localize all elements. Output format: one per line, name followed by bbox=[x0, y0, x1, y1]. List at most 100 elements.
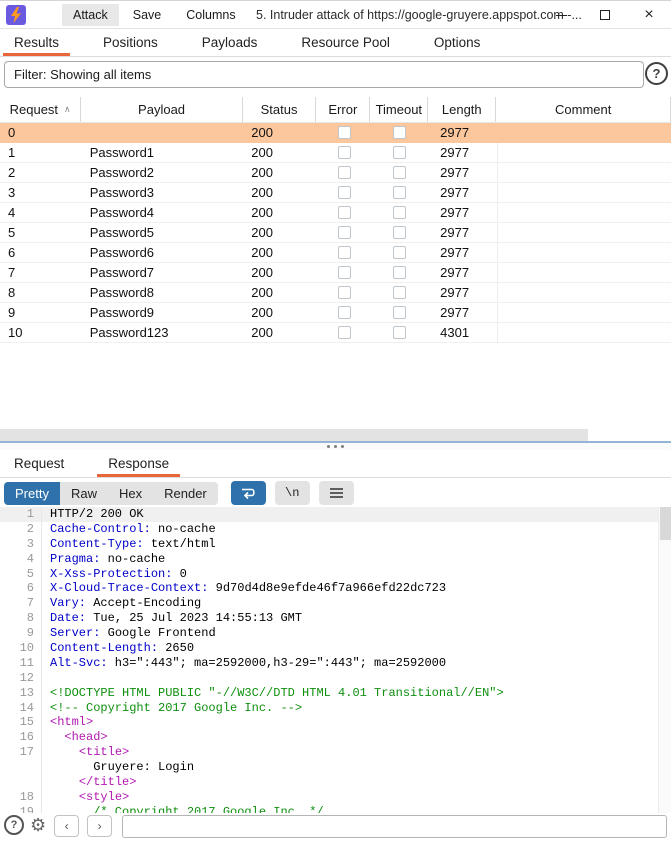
cell-timeout bbox=[371, 143, 428, 162]
error-checkbox[interactable] bbox=[338, 226, 351, 239]
view-mode-raw[interactable]: Raw bbox=[60, 482, 108, 505]
close-button[interactable]: × bbox=[627, 1, 671, 29]
table-row[interactable]: 8Password82002977 bbox=[0, 283, 671, 303]
error-checkbox[interactable] bbox=[338, 146, 351, 159]
view-mode-render[interactable]: Render bbox=[153, 482, 218, 505]
table-row[interactable]: 2Password22002977 bbox=[0, 163, 671, 183]
cell-status: 200 bbox=[243, 263, 317, 282]
response-editor[interactable]: 1HTTP/2 200 OK2Cache-Control: no-cache3C… bbox=[0, 507, 658, 821]
view-mode-pretty[interactable]: Pretty bbox=[4, 482, 60, 505]
show-newlines-button[interactable]: \n bbox=[275, 481, 310, 505]
error-checkbox[interactable] bbox=[338, 166, 351, 179]
wrap-toggle-button[interactable] bbox=[231, 481, 266, 505]
timeout-checkbox[interactable] bbox=[393, 186, 406, 199]
table-row[interactable]: 6Password62002977 bbox=[0, 243, 671, 263]
column-header-timeout[interactable]: Timeout bbox=[370, 97, 428, 122]
splitter-handle[interactable] bbox=[0, 443, 671, 450]
maximize-button[interactable] bbox=[583, 1, 627, 29]
editor-menu-button[interactable] bbox=[319, 481, 354, 505]
table-row[interactable]: 4Password42002977 bbox=[0, 203, 671, 223]
cell-timeout bbox=[371, 283, 428, 302]
cell-payload: Password6 bbox=[82, 243, 244, 262]
table-row[interactable]: 1Password12002977 bbox=[0, 143, 671, 163]
error-checkbox[interactable] bbox=[338, 286, 351, 299]
search-prev-button[interactable]: ‹ bbox=[54, 815, 79, 837]
tab-payloads[interactable]: Payloads bbox=[191, 29, 269, 56]
timeout-checkbox[interactable] bbox=[393, 226, 406, 239]
cell-request: 5 bbox=[0, 223, 82, 242]
error-checkbox[interactable] bbox=[338, 306, 351, 319]
code-text: Gruyere: Login bbox=[42, 760, 194, 775]
tab-results[interactable]: Results bbox=[3, 29, 70, 56]
error-checkbox[interactable] bbox=[338, 266, 351, 279]
table-row[interactable]: 10Password1232004301 bbox=[0, 323, 671, 343]
column-header-payload[interactable]: Payload bbox=[81, 97, 243, 122]
error-checkbox[interactable] bbox=[338, 246, 351, 259]
scrollbar-thumb[interactable] bbox=[660, 507, 671, 540]
table-row[interactable]: 3Password32002977 bbox=[0, 183, 671, 203]
error-checkbox[interactable] bbox=[338, 206, 351, 219]
cell-request: 1 bbox=[0, 143, 82, 162]
code-line: 3Content-Type: text/html bbox=[0, 537, 658, 552]
cell-length: 2977 bbox=[428, 123, 497, 142]
timeout-checkbox[interactable] bbox=[393, 126, 406, 139]
minimize-button[interactable] bbox=[539, 1, 583, 29]
error-checkbox[interactable] bbox=[338, 186, 351, 199]
cell-comment bbox=[498, 303, 671, 322]
cell-length: 2977 bbox=[428, 163, 497, 182]
timeout-checkbox[interactable] bbox=[393, 286, 406, 299]
column-header-status[interactable]: Status bbox=[243, 97, 316, 122]
table-horizontal-scrollbar[interactable] bbox=[0, 429, 588, 441]
cell-request: 8 bbox=[0, 283, 82, 302]
timeout-checkbox[interactable] bbox=[393, 146, 406, 159]
editor-search-bar: ? ⚙ ‹ › bbox=[0, 813, 671, 843]
cell-status: 200 bbox=[243, 303, 317, 322]
cell-payload: Password8 bbox=[82, 283, 244, 302]
timeout-checkbox[interactable] bbox=[393, 326, 406, 339]
filter-bar[interactable]: Filter: Showing all items bbox=[4, 61, 644, 88]
table-row[interactable]: 7Password72002977 bbox=[0, 263, 671, 283]
cell-timeout bbox=[371, 123, 428, 142]
column-header-length[interactable]: Length bbox=[428, 97, 496, 122]
error-checkbox[interactable] bbox=[338, 126, 351, 139]
cell-error bbox=[317, 203, 371, 222]
help-icon[interactable]: ? bbox=[645, 62, 668, 85]
tab-positions[interactable]: Positions bbox=[92, 29, 169, 56]
gear-icon[interactable]: ⚙ bbox=[30, 815, 46, 835]
code-line: 17 <title> bbox=[0, 745, 658, 760]
code-line: 7Vary: Accept-Encoding bbox=[0, 596, 658, 611]
editor-vertical-scrollbar[interactable] bbox=[658, 507, 671, 821]
column-header-comment[interactable]: Comment bbox=[496, 97, 671, 122]
intruder-tab-bar: Results Positions Payloads Resource Pool Opt… bbox=[0, 29, 671, 57]
menu-item-columns[interactable]: Columns bbox=[175, 4, 246, 26]
tab-request[interactable]: Request bbox=[3, 450, 75, 477]
table-row[interactable]: 5Password52002977 bbox=[0, 223, 671, 243]
table-row[interactable]: 9Password92002977 bbox=[0, 303, 671, 323]
error-checkbox[interactable] bbox=[338, 326, 351, 339]
timeout-checkbox[interactable] bbox=[393, 206, 406, 219]
menu-item-attack[interactable]: Attack bbox=[62, 4, 119, 26]
message-tab-bar: Request Response bbox=[0, 450, 671, 478]
menu-bar: AttackSaveColumns bbox=[62, 3, 250, 27]
tab-options[interactable]: Options bbox=[423, 29, 492, 56]
menu-item-save[interactable]: Save bbox=[122, 4, 173, 26]
tab-resource-pool[interactable]: Resource Pool bbox=[290, 29, 401, 56]
timeout-checkbox[interactable] bbox=[393, 166, 406, 179]
view-mode-hex[interactable]: Hex bbox=[108, 482, 153, 505]
cell-error bbox=[317, 283, 371, 302]
cell-payload: Password123 bbox=[82, 323, 244, 342]
cell-error bbox=[317, 243, 371, 262]
timeout-checkbox[interactable] bbox=[393, 306, 406, 319]
line-number: 1 bbox=[0, 507, 42, 522]
search-input[interactable] bbox=[122, 815, 667, 838]
timeout-checkbox[interactable] bbox=[393, 266, 406, 279]
tab-response[interactable]: Response bbox=[97, 450, 180, 477]
timeout-checkbox[interactable] bbox=[393, 246, 406, 259]
search-next-button[interactable]: › bbox=[87, 815, 112, 837]
column-header-error[interactable]: Error bbox=[316, 97, 370, 122]
cell-timeout bbox=[371, 263, 428, 282]
column-header-request[interactable]: Request∧ bbox=[0, 97, 81, 122]
table-row[interactable]: 02002977 bbox=[0, 123, 671, 143]
cell-request: 2 bbox=[0, 163, 82, 182]
search-help-icon[interactable]: ? bbox=[4, 815, 24, 835]
